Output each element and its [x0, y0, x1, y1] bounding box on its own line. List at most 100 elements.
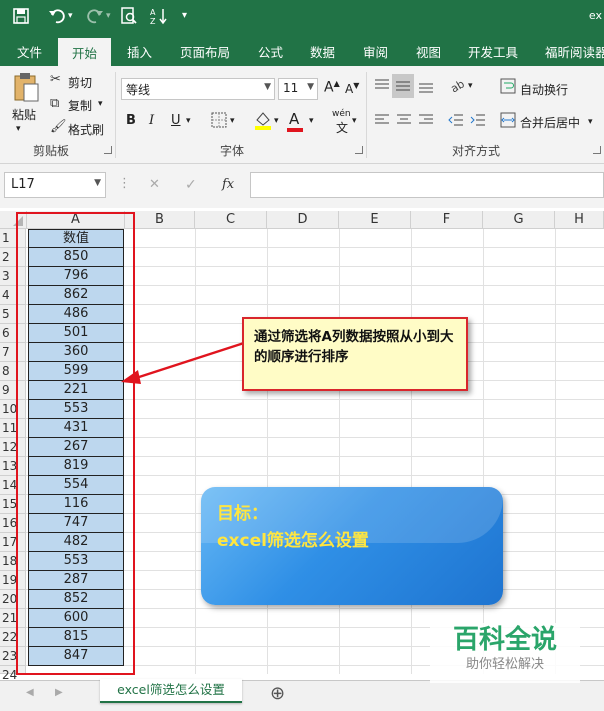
font-color-swatch: [287, 128, 303, 132]
name-box[interactable]: L17 ▼: [4, 172, 106, 198]
goal-label: 目标：: [217, 504, 268, 524]
paste-label[interactable]: 粘贴: [12, 106, 36, 123]
tab-formulas[interactable]: 公式: [258, 42, 283, 61]
tab-insert[interactable]: 插入: [127, 42, 152, 61]
undo-icon[interactable]: [48, 7, 66, 29]
goal-box: 目标： excel筛选怎么设置: [201, 487, 503, 605]
format-painter-icon[interactable]: 🖌: [50, 119, 67, 134]
align-top-icon[interactable]: [374, 78, 390, 96]
merge-dropdown-icon[interactable]: ▾: [588, 117, 593, 127]
alignment-launcher-icon[interactable]: [593, 146, 601, 154]
fill-color-dropdown-icon[interactable]: ▾: [274, 116, 279, 126]
align-right-icon[interactable]: [418, 113, 434, 131]
underline-dropdown-icon[interactable]: ▾: [186, 116, 191, 126]
italic-button[interactable]: I: [149, 113, 154, 128]
ribbon: 粘贴 ▾ ✂ 剪切 ⧉ 复制 ▾ 🖌 格式刷 剪贴板 等线 ▼ 11 ▼ A▲ …: [0, 66, 604, 164]
wrap-text-label[interactable]: 自动换行: [520, 81, 568, 98]
copy-dropdown-icon[interactable]: ▾: [98, 99, 103, 109]
column-header-c[interactable]: C: [195, 211, 267, 229]
clipboard-group-label: 剪贴板: [33, 144, 70, 158]
cut-icon[interactable]: ✂: [50, 72, 61, 87]
column-header-f[interactable]: F: [411, 211, 483, 229]
undo-dropdown-icon[interactable]: ▾: [68, 11, 73, 21]
column-header-b[interactable]: B: [125, 211, 195, 229]
sort-icon[interactable]: AZ: [150, 7, 168, 29]
border-icon[interactable]: [211, 112, 227, 132]
format-painter-label[interactable]: 格式刷: [68, 121, 104, 138]
formula-input[interactable]: [250, 172, 604, 198]
column-header-h[interactable]: H: [555, 211, 604, 229]
merge-center-label[interactable]: 合并后居中: [520, 114, 580, 131]
align-middle-button[interactable]: [392, 74, 414, 98]
add-sheet-button[interactable]: ⊕: [270, 683, 285, 704]
align-left-icon[interactable]: [374, 113, 390, 131]
customize-icon[interactable]: ▾: [182, 10, 187, 21]
ribbon-separator: [366, 72, 367, 158]
watermark-subtitle: 助你轻松解决: [465, 657, 544, 672]
font-launcher-icon[interactable]: [355, 146, 363, 154]
paste-dropdown-icon[interactable]: ▾: [16, 124, 21, 134]
chevron-down-icon: ▼: [94, 178, 101, 188]
ribbon-tabs: 文件 开始 插入 页面布局 公式 数据 审阅 视图 开发工具 福昕阅读器: [0, 34, 604, 66]
alignment-group-label: 对齐方式: [452, 144, 501, 158]
title-bar: ▾ ▾ AZ ▾ ex: [0, 0, 604, 34]
tab-review[interactable]: 审阅: [363, 42, 388, 61]
chevron-down-icon: ▼: [307, 82, 314, 92]
redo-dropdown-icon[interactable]: ▾: [106, 11, 111, 21]
tab-file[interactable]: 文件: [17, 42, 42, 61]
save-icon[interactable]: [12, 7, 30, 29]
phonetic-button[interactable]: wén: [332, 109, 351, 119]
wrap-text-icon[interactable]: [500, 78, 516, 98]
column-header-g[interactable]: G: [483, 211, 555, 229]
tab-data[interactable]: 数据: [310, 42, 335, 61]
increase-indent-icon[interactable]: [470, 113, 486, 131]
sheet-tab[interactable]: excel筛选怎么设置: [100, 679, 242, 703]
sheet-prev-icon[interactable]: ◀: [26, 687, 34, 698]
font-size-value: 11: [283, 81, 299, 95]
redo-icon[interactable]: [86, 7, 104, 29]
watermark: 百科全说 助你轻松解决: [430, 623, 580, 683]
name-box-value: L17: [11, 177, 35, 192]
underline-button[interactable]: U: [171, 113, 181, 128]
insert-function-button[interactable]: fx: [222, 177, 234, 192]
orientation-dropdown-icon[interactable]: ▾: [468, 81, 473, 91]
tab-page-layout[interactable]: 页面布局: [180, 42, 230, 61]
copy-label[interactable]: 复制: [68, 97, 92, 114]
clipboard-launcher-icon[interactable]: [104, 146, 112, 154]
align-center-icon[interactable]: [396, 113, 412, 131]
svg-text:Z: Z: [150, 17, 156, 25]
tab-view[interactable]: 视图: [416, 42, 441, 61]
align-bottom-icon[interactable]: [418, 80, 434, 98]
column-header-d[interactable]: D: [267, 211, 339, 229]
font-group-label: 字体: [220, 144, 245, 158]
column-header-e[interactable]: E: [339, 211, 411, 229]
tab-foxit-reader[interactable]: 福昕阅读器: [545, 42, 604, 61]
sheet-tab-bar: ◀ ▶ ⊕: [0, 680, 604, 711]
font-name-select[interactable]: 等线 ▼: [121, 78, 275, 100]
sheet-next-icon[interactable]: ▶: [55, 687, 63, 698]
font-color-button[interactable]: A: [289, 110, 299, 128]
phonetic-dropdown-icon[interactable]: ▾: [352, 116, 357, 126]
tab-home[interactable]: 开始: [58, 38, 112, 66]
splitter-icon[interactable]: ⋮: [118, 176, 131, 191]
merge-center-icon[interactable]: [500, 112, 516, 132]
bold-button[interactable]: B: [126, 113, 136, 128]
print-preview-icon[interactable]: [120, 7, 138, 29]
copy-icon[interactable]: ⧉: [50, 96, 59, 111]
font-color-letter: A: [289, 110, 300, 128]
tab-developer[interactable]: 开发工具: [468, 42, 518, 61]
fill-color-icon[interactable]: [254, 110, 272, 134]
cancel-button[interactable]: ✕: [149, 177, 160, 192]
ribbon-separator: [115, 72, 116, 158]
instruction-callout: 通过筛选将A列数据按照从小到大的顺序进行排序: [242, 317, 468, 391]
decrease-indent-icon[interactable]: [448, 113, 464, 131]
increase-font-icon[interactable]: A▲: [324, 79, 340, 96]
border-dropdown-icon[interactable]: ▾: [230, 116, 235, 126]
enter-button[interactable]: ✓: [185, 177, 197, 193]
font-size-select[interactable]: 11 ▼: [278, 78, 318, 100]
cut-label[interactable]: 剪切: [68, 74, 92, 91]
orientation-icon[interactable]: ab: [448, 77, 467, 97]
paste-icon[interactable]: [12, 72, 40, 108]
font-color-dropdown-icon[interactable]: ▾: [309, 116, 314, 126]
decrease-font-icon[interactable]: A▼: [345, 81, 359, 96]
